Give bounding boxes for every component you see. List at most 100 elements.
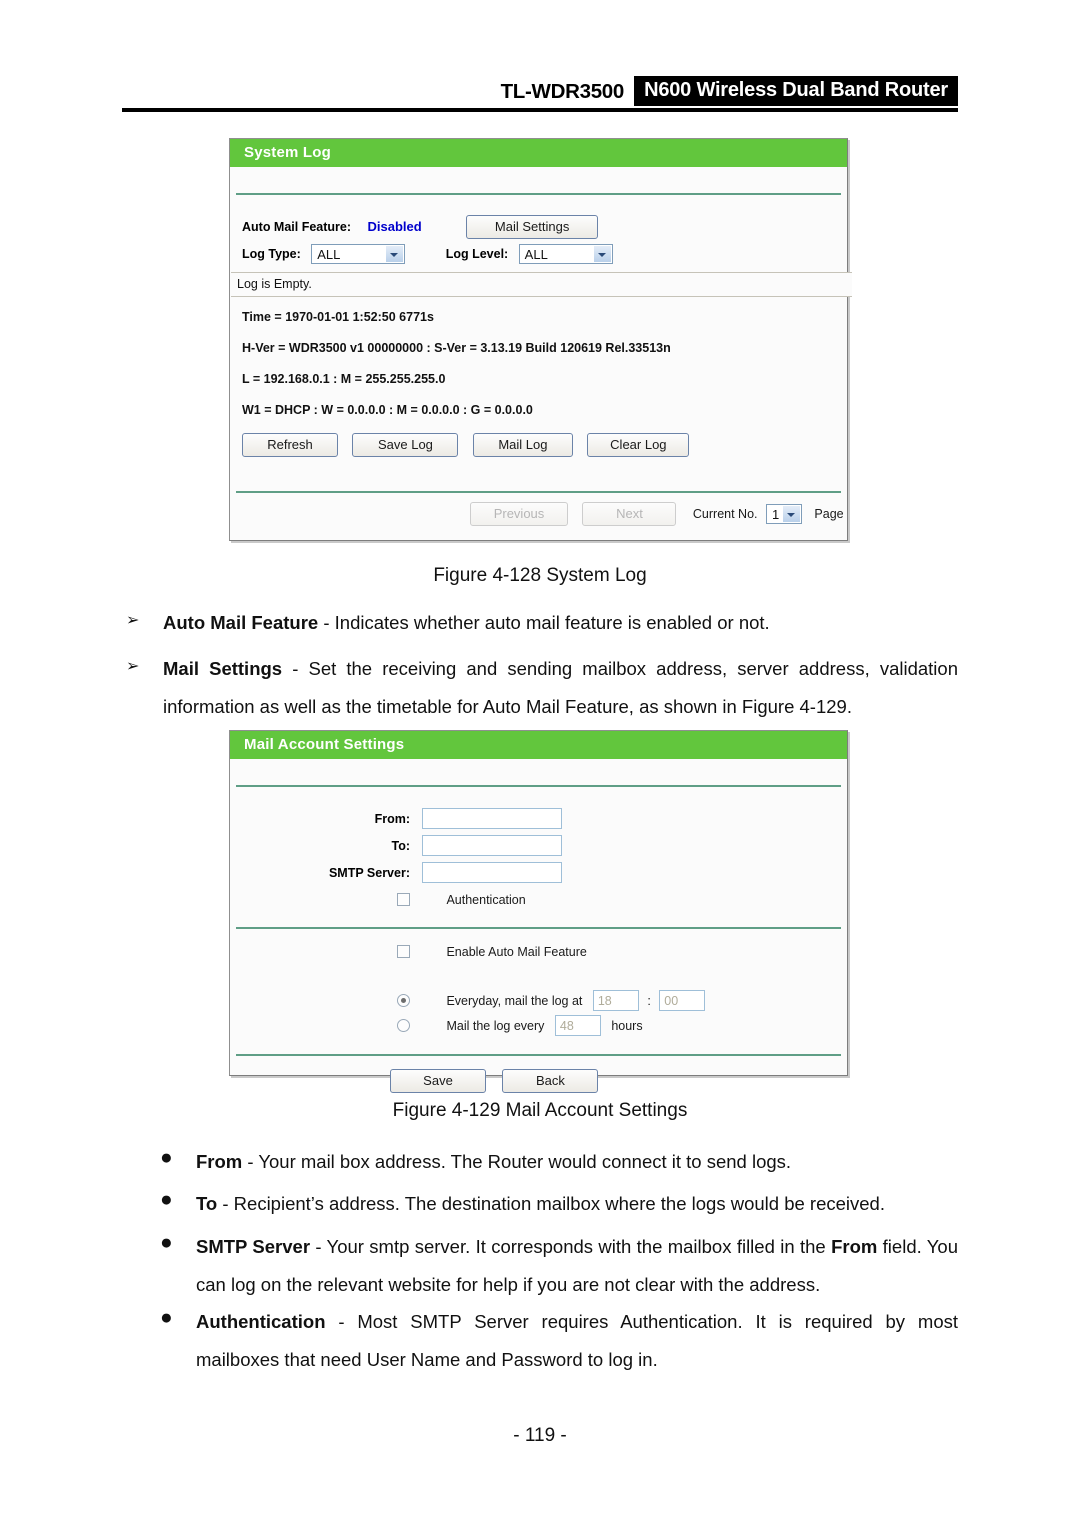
everyday-schedule-label: Everyday, mail the log at	[446, 993, 583, 1008]
bullet-term: To	[196, 1193, 218, 1214]
log-type-label: Log Type:	[242, 247, 301, 262]
pagination-divider	[236, 491, 841, 493]
header-divider-rule	[122, 108, 958, 112]
bullet-authentication: Authentication - Most SMTP Server requir…	[196, 1303, 958, 1379]
hours-label: hours	[611, 1018, 643, 1033]
bullet-mail-settings: Mail Settings - Set the receiving and se…	[163, 650, 958, 726]
header-product-badge: N600 Wireless Dual Band Router	[634, 76, 958, 106]
authentication-label: Authentication	[446, 893, 526, 907]
mail-account-section-divider	[236, 927, 841, 929]
interval-schedule-label: Mail the log every	[446, 1018, 545, 1033]
bullet-term: SMTP Server	[196, 1236, 311, 1257]
chevron-down-icon[interactable]	[592, 246, 611, 262]
panel-spacer	[230, 167, 847, 193]
next-page-button[interactable]: Next	[582, 502, 677, 526]
log-level-label: Log Level:	[445, 247, 509, 262]
bullet-term: From	[196, 1151, 243, 1172]
mail-account-action-buttons: Save Back	[390, 1069, 599, 1093]
smtp-server-field[interactable]	[422, 862, 563, 883]
bullet-text: - Your mail box address. The Router woul…	[242, 1151, 792, 1172]
bullet-smtp-server: SMTP Server - Your smtp server. It corre…	[196, 1228, 958, 1304]
current-page-select[interactable]: 1	[765, 503, 802, 524]
header-model-name: TL-WDR3500	[500, 80, 625, 103]
page-header: TL-WDR3500 N600 Wireless Dual Band Route…	[122, 76, 958, 112]
interval-hours-field[interactable]	[554, 1015, 601, 1036]
everyday-schedule-radio[interactable]	[397, 994, 410, 1007]
system-log-body: Auto Mail Feature: Disabled Mail Setting…	[230, 195, 852, 535]
to-field-row: To:	[230, 835, 849, 856]
system-log-panel: System Log Auto Mail Feature: Disabled M…	[229, 138, 852, 541]
auto-mail-feature-row: Auto Mail Feature: Disabled Mail Setting…	[242, 215, 842, 239]
clear-log-button[interactable]: Clear Log	[587, 433, 690, 457]
bullet-term: Authentication	[196, 1311, 326, 1332]
log-filter-row: Log Type: ALL Log Level: ALL	[242, 244, 842, 264]
authentication-row: Authentication	[230, 891, 849, 909]
log-action-buttons: Refresh Save Log Mail Log Clear Log	[242, 433, 690, 457]
enable-auto-mail-row: Enable Auto Mail Feature	[230, 943, 849, 961]
everyday-schedule-row: Everyday, mail the log at :	[230, 990, 849, 1011]
mail-settings-button[interactable]: Mail Settings	[466, 215, 599, 239]
bullet-text: - Set the receiving and sending mailbox …	[163, 658, 958, 717]
smtp-server-field-row: SMTP Server:	[230, 862, 849, 883]
log-empty-row: Log is Empty.	[231, 272, 852, 297]
back-button[interactable]: Back	[502, 1069, 599, 1093]
system-log-panel-title: System Log	[230, 139, 847, 167]
mail-account-panel-title: Mail Account Settings	[230, 731, 847, 759]
everyday-minute-field[interactable]	[659, 990, 706, 1011]
log-lines-container: Time = 1970-01-01 1:52:50 6771s H-Ver = …	[242, 310, 842, 417]
bullet-marker-dot: ●	[160, 1146, 173, 1169]
bullet-to: To - Recipient’s address. The destinatio…	[196, 1185, 958, 1223]
previous-page-button[interactable]: Previous	[470, 502, 568, 526]
save-log-button[interactable]: Save Log	[352, 433, 459, 457]
bullet-marker-dot: ●	[160, 1231, 173, 1254]
mail-log-button[interactable]: Mail Log	[472, 433, 573, 457]
log-level-select[interactable]: ALL	[518, 244, 613, 264]
enable-auto-mail-checkbox[interactable]	[397, 945, 410, 959]
to-field[interactable]	[422, 835, 563, 856]
mail-account-body: From: To: SMTP Server: Authentication En…	[230, 787, 849, 1093]
everyday-hour-field[interactable]	[592, 990, 639, 1011]
save-button[interactable]: Save	[390, 1069, 486, 1093]
from-field[interactable]	[422, 808, 563, 829]
current-no-label: Current No.	[692, 507, 758, 521]
interval-schedule-radio[interactable]	[397, 1019, 410, 1032]
authentication-checkbox[interactable]	[397, 893, 410, 907]
figure-4-129-caption: Figure 4-129 Mail Account Settings	[392, 1100, 688, 1121]
current-page-select-value: 1	[771, 506, 780, 522]
bullet-marker-arrow: ➢	[126, 658, 140, 675]
figure-4-128-caption: Figure 4-128 System Log	[433, 565, 647, 586]
log-type-select-value: ALL	[317, 247, 341, 262]
log-line: Time = 1970-01-01 1:52:50 6771s	[242, 310, 434, 324]
bullet-marker-arrow: ➢	[126, 612, 140, 629]
page-label: Page	[814, 507, 844, 521]
log-line: H-Ver = WDR3500 v1 00000000 : S-Ver = 3.…	[242, 341, 671, 355]
refresh-button[interactable]: Refresh	[242, 433, 338, 457]
from-label: From:	[374, 811, 410, 826]
pagination-row: Previous Next Current No. 1 Page	[470, 502, 844, 526]
chevron-down-icon[interactable]	[385, 246, 404, 262]
bullet-text-pre: - Your smtp server. It corresponds with …	[310, 1236, 832, 1257]
smtp-server-label: SMTP Server:	[328, 865, 410, 880]
page-number: - 119 -	[513, 1425, 567, 1446]
auto-mail-feature-label: Auto Mail Feature:	[242, 220, 352, 235]
interval-schedule-row: Mail the log every hours	[230, 1015, 849, 1036]
mail-account-settings-panel: Mail Account Settings From: To: SMTP Ser…	[229, 730, 849, 1093]
bullet-term-inline: From	[831, 1236, 878, 1257]
panel-spacer	[230, 759, 847, 785]
bullet-text: - Indicates whether auto mail feature is…	[318, 612, 770, 633]
bullet-from: From - Your mail box address. The Router…	[196, 1143, 958, 1181]
auto-mail-feature-value: Disabled	[367, 219, 422, 235]
bullet-text: - Recipient’s address. The destination m…	[217, 1193, 885, 1214]
log-empty-text: Log is Empty.	[237, 277, 312, 291]
log-type-select[interactable]: ALL	[311, 244, 406, 264]
enable-auto-mail-label: Enable Auto Mail Feature	[446, 945, 587, 959]
to-label: To:	[391, 838, 410, 853]
log-line: W1 = DHCP : W = 0.0.0.0 : M = 0.0.0.0 : …	[242, 403, 533, 417]
time-separator: :	[647, 993, 651, 1008]
chevron-down-icon[interactable]	[781, 505, 800, 522]
bullet-marker-dot: ●	[160, 1306, 173, 1329]
from-field-row: From:	[230, 808, 849, 829]
bullet-auto-mail-feature: Auto Mail Feature - Indicates whether au…	[163, 604, 958, 642]
log-level-select-value: ALL	[524, 247, 548, 262]
log-line: L = 192.168.0.1 : M = 255.255.255.0	[242, 372, 446, 386]
